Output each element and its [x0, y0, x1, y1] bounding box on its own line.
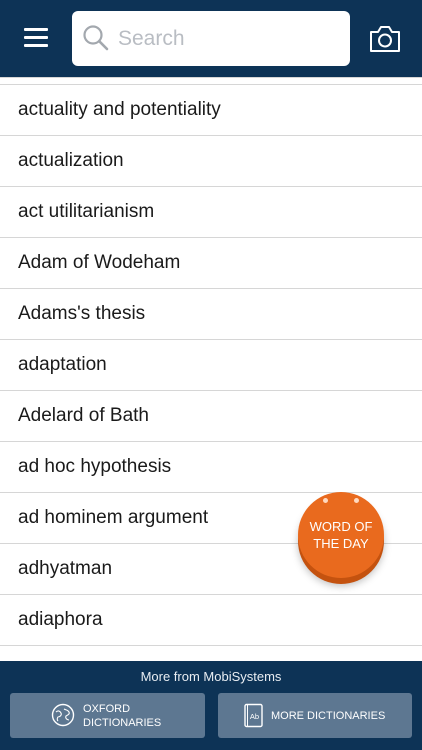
oxford-label-line2: DICTIONARIES: [83, 717, 162, 729]
oxford-dictionaries-label: OXFORD DICTIONARIES: [83, 702, 161, 730]
menu-line: [24, 36, 48, 39]
menu-line: [24, 28, 48, 31]
calendar-ring-icon: [323, 498, 328, 503]
word-of-the-day-label: WORD OF THE DAY: [298, 518, 384, 552]
search-input[interactable]: [118, 19, 342, 59]
footer-promo: More from MobiSystems OXFORD DICTIONARIE…: [0, 661, 422, 750]
oxford-dictionaries-button[interactable]: OXFORD DICTIONARIES: [10, 693, 205, 738]
word-of-the-day-button[interactable]: WORD OF THE DAY: [298, 492, 384, 578]
search-icon: [83, 25, 109, 51]
footer-title: More from MobiSystems: [140, 669, 282, 684]
calendar-ring-icon: [354, 498, 359, 503]
search-box[interactable]: [72, 11, 350, 66]
menu-line: [24, 44, 48, 47]
list-item[interactable]: adiaphora: [0, 595, 422, 646]
word-of-the-day-line2: THE DAY: [313, 536, 369, 551]
list-item[interactable]: Adelard of Bath: [0, 391, 422, 442]
app-header: [0, 0, 422, 77]
list-item[interactable]: adaptation: [0, 340, 422, 391]
list-item[interactable]: actualization: [0, 136, 422, 187]
list-item[interactable]: act utilitarianism: [0, 187, 422, 238]
hamburger-menu-icon[interactable]: [20, 24, 52, 54]
camera-icon[interactable]: [368, 24, 402, 54]
oxford-globe-icon: [51, 703, 75, 727]
list-item[interactable]: Adams's thesis: [0, 289, 422, 340]
more-dictionaries-label: MORE DICTIONARIES: [271, 710, 386, 722]
book-icon-text: Ab: [250, 712, 259, 721]
dictionary-book-icon: Ab: [244, 703, 263, 728]
list-item[interactable]: ad hoc hypothesis: [0, 442, 422, 493]
more-dictionaries-button[interactable]: Ab MORE DICTIONARIES: [218, 693, 412, 738]
list-item[interactable]: Adam of Wodeham: [0, 238, 422, 289]
list-item[interactable]: actuality and potentiality: [0, 85, 422, 136]
word-of-the-day-line1: WORD OF: [309, 519, 373, 534]
oxford-label-line1: OXFORD: [83, 703, 131, 715]
list-top-partial-row: [0, 78, 422, 85]
